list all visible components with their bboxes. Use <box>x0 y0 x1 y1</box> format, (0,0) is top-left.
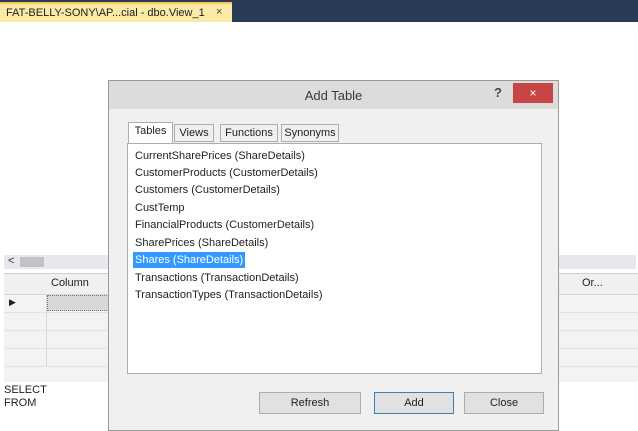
dialog-titlebar[interactable]: Add Table ? × <box>109 81 558 109</box>
row-selector[interactable]: ▶ <box>4 295 47 312</box>
column-header-column[interactable]: Column <box>51 277 89 289</box>
tab-tables[interactable]: Tables <box>128 122 173 143</box>
column-cell[interactable] <box>47 295 109 311</box>
dialog-close-button[interactable]: × <box>513 83 553 103</box>
close-button[interactable]: Close <box>464 392 544 414</box>
tab-synonyms[interactable]: Synonyms <box>281 124 339 142</box>
close-icon[interactable]: × <box>216 6 222 18</box>
help-icon[interactable]: ? <box>494 85 502 100</box>
dialog-title: Add Table <box>304 88 363 103</box>
scroll-left-icon[interactable]: < <box>8 255 14 267</box>
document-tabstrip: FAT-BELLY-SONY\AP...cial - dbo.View_1 × <box>0 0 638 22</box>
list-item[interactable]: CurrentSharePrices (ShareDetails) <box>133 148 307 164</box>
sql-from-keyword: FROM <box>4 397 37 409</box>
list-item-selected[interactable]: Shares (ShareDetails) <box>133 252 246 268</box>
add-button[interactable]: Add <box>374 392 454 414</box>
tables-list[interactable]: CurrentSharePrices (ShareDetails) Custom… <box>127 143 542 374</box>
row-selector[interactable] <box>4 349 47 366</box>
list-item[interactable]: TransactionTypes (TransactionDetails) <box>133 287 324 303</box>
current-row-icon: ▶ <box>9 297 16 307</box>
list-item[interactable]: CustTemp <box>133 200 187 216</box>
column-header-order[interactable]: Or... <box>582 277 603 289</box>
document-tab-view1[interactable]: FAT-BELLY-SONY\AP...cial - dbo.View_1 × <box>0 2 232 22</box>
row-selector[interactable] <box>4 331 47 348</box>
refresh-button[interactable]: Refresh <box>259 392 361 414</box>
sql-pane[interactable]: SELECT FROM <box>4 384 104 424</box>
list-item[interactable]: CustomerProducts (CustomerDetails) <box>133 165 320 181</box>
list-item[interactable]: SharePrices (ShareDetails) <box>133 235 270 251</box>
tab-functions[interactable]: Functions <box>220 124 278 142</box>
scroll-thumb[interactable] <box>20 257 44 267</box>
document-tab-title: FAT-BELLY-SONY\AP...cial - dbo.View_1 <box>6 7 205 19</box>
add-table-dialog: Add Table ? × Tables Views Functions Syn… <box>108 80 559 431</box>
row-selector[interactable] <box>4 313 47 330</box>
tab-views[interactable]: Views <box>174 124 214 142</box>
list-item[interactable]: FinancialProducts (CustomerDetails) <box>133 217 316 233</box>
sql-select-keyword: SELECT <box>4 384 47 396</box>
list-item[interactable]: Customers (CustomerDetails) <box>133 182 282 198</box>
list-item[interactable]: Transactions (TransactionDetails) <box>133 270 301 286</box>
